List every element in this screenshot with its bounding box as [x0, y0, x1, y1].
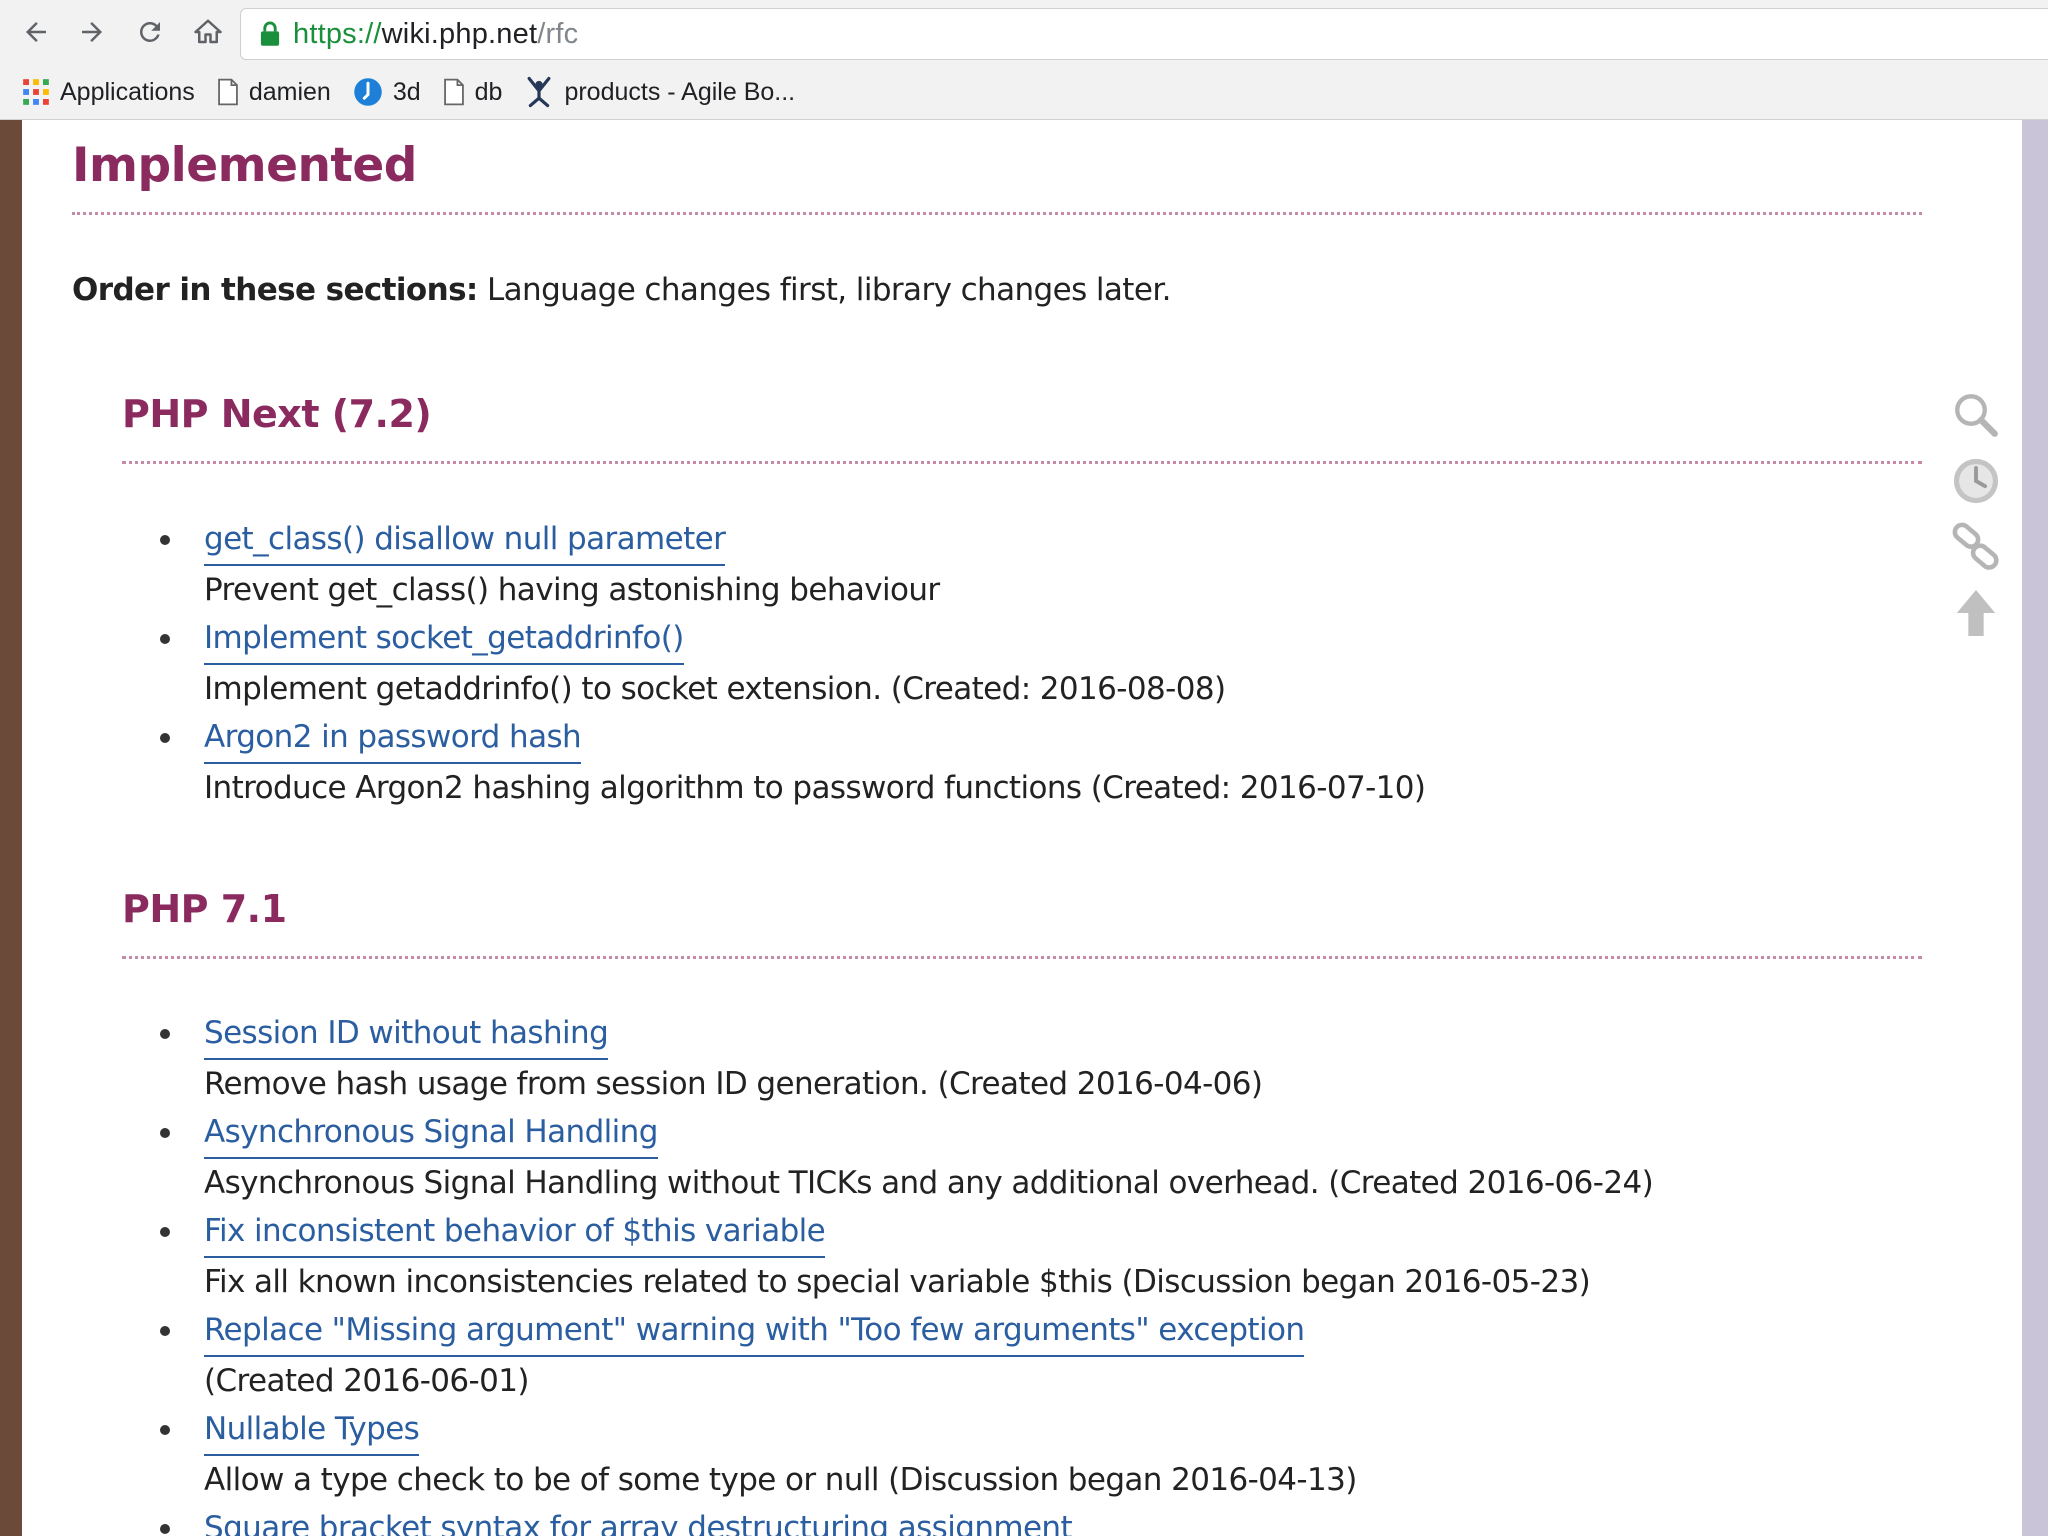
bullet	[160, 634, 170, 644]
list-item: Session ID without hashing Remove hash u…	[122, 1010, 1653, 1109]
bookmark-damien[interactable]: damien	[217, 72, 331, 112]
list-item: Fix inconsistent behavior of $this varia…	[122, 1208, 1653, 1307]
rfc-link[interactable]: Replace "Missing argument" warning with …	[204, 1307, 1305, 1357]
backlinks-button[interactable]	[1946, 514, 2006, 580]
bullet	[160, 1029, 170, 1039]
rfc-link[interactable]: Square bracket syntax for array destruct…	[204, 1505, 1073, 1536]
url-host: wiki.php.net	[381, 17, 538, 50]
page-icon	[217, 78, 239, 106]
forward-button[interactable]	[70, 10, 114, 54]
reload-button[interactable]	[128, 10, 172, 54]
list-item: Implement socket_getaddrinfo() Implement…	[122, 615, 1425, 714]
title-divider	[72, 212, 1922, 215]
rfc-link[interactable]: Argon2 in password hash	[204, 714, 582, 764]
home-icon	[194, 19, 222, 44]
rfc-link[interactable]: Nullable Types	[204, 1406, 420, 1456]
rfc-description: (Created 2016-06-01)	[204, 1363, 529, 1399]
rfc-description: Allow a type check to be of some type or…	[204, 1462, 1357, 1498]
rfc-description: Remove hash usage from session ID genera…	[204, 1066, 1263, 1102]
bookmark-products[interactable]: products - Agile Bo...	[524, 72, 795, 112]
back-to-top-icon	[1956, 590, 1996, 636]
list-item: get_class() disallow null parameter Prev…	[122, 516, 1425, 615]
bookmark-label: Applications	[60, 77, 195, 106]
bookmark-label: products - Agile Bo...	[564, 77, 796, 106]
rfc-list-php-next: get_class() disallow null parameter Prev…	[122, 516, 1426, 813]
order-note: Order in these sections: Language change…	[72, 272, 1171, 308]
bullet	[160, 1227, 170, 1237]
url-scheme: https://	[293, 17, 382, 50]
rfc-link[interactable]: Asynchronous Signal Handling	[204, 1109, 658, 1159]
list-item: Argon2 in password hash Introduce Argon2…	[122, 714, 1426, 813]
url-path: /rfc	[537, 17, 579, 50]
bullet	[160, 1425, 170, 1435]
bullet	[160, 733, 170, 743]
section-divider	[122, 461, 1922, 464]
bookmark-label: 3d	[392, 77, 421, 106]
rfc-description: Asynchronous Signal Handling without TIC…	[204, 1165, 1654, 1201]
back-button[interactable]	[14, 10, 58, 54]
rfc-link[interactable]: get_class() disallow null parameter	[204, 516, 726, 566]
bullet	[160, 535, 170, 545]
bookmarks-bar: Applications damien 3d db products - Agi…	[0, 68, 2048, 116]
arrow-left-icon	[26, 22, 46, 42]
link-icon	[1952, 522, 1999, 570]
order-text: Language changes first, library changes …	[477, 272, 1172, 308]
rfc-description: Implement getaddrinfo() to socket extens…	[204, 671, 1226, 707]
bookmark-3d[interactable]: 3d	[353, 72, 421, 112]
rfc-description: Fix all known inconsistencies related to…	[204, 1264, 1591, 1300]
bullet	[160, 1326, 170, 1336]
list-item: Replace "Missing argument" warning with …	[122, 1307, 1653, 1406]
rfc-description: Introduce Argon2 hashing algorithm to pa…	[204, 770, 1426, 806]
section-heading-php-next: PHP Next (7.2)	[122, 392, 432, 436]
page-edge	[2022, 120, 2048, 1536]
rfc-list-php-71: Session ID without hashing Remove hash u…	[122, 1010, 1654, 1536]
page-icon	[443, 78, 465, 106]
recent-changes-button[interactable]	[1946, 448, 2006, 514]
blue-circle-icon	[353, 77, 383, 107]
section-heading-php-71: PHP 7.1	[122, 887, 287, 931]
lock-icon	[260, 21, 280, 46]
bullet	[160, 1524, 170, 1534]
rfc-link[interactable]: Session ID without hashing	[204, 1010, 609, 1060]
page-content: Implemented Order in these sections: Lan…	[22, 120, 2022, 1536]
list-item: Nullable Types Allow a type check to be …	[122, 1406, 1653, 1505]
apps-grid-icon	[22, 78, 50, 106]
order-label: Order in these sections:	[72, 272, 478, 308]
agile-board-icon	[524, 76, 554, 108]
section-divider	[122, 956, 1922, 959]
url-text[interactable]: https://wiki.php.net/rfc	[293, 18, 578, 51]
bullet	[160, 1128, 170, 1138]
bookmark-label: db	[474, 77, 503, 106]
rfc-link[interactable]: Fix inconsistent behavior of $this varia…	[204, 1208, 826, 1258]
rfc-link[interactable]: Implement socket_getaddrinfo()	[204, 615, 684, 665]
arrow-right-icon	[82, 22, 102, 42]
page-tools	[1946, 382, 2006, 646]
home-button[interactable]	[186, 10, 230, 54]
reload-icon	[139, 21, 160, 42]
page-title: Implemented	[72, 138, 417, 193]
browser-toolbar: https://wiki.php.net/rfc Applications da…	[0, 0, 2048, 120]
search-icon	[1955, 394, 1998, 437]
list-item: Asynchronous Signal Handling Asynchronou…	[122, 1109, 1654, 1208]
rfc-description: Prevent get_class() having astonishing b…	[204, 572, 940, 608]
search-tool-button[interactable]	[1946, 382, 2006, 448]
address-bar[interactable]: https://wiki.php.net/rfc	[240, 8, 2048, 60]
bookmark-applications[interactable]: Applications	[22, 72, 195, 112]
bookmark-label: damien	[248, 77, 331, 106]
list-item: Square bracket syntax for array destruct…	[122, 1505, 1653, 1536]
clock-icon	[1953, 458, 1999, 504]
back-to-top-button[interactable]	[1946, 580, 2006, 646]
bookmark-db[interactable]: db	[443, 72, 503, 112]
